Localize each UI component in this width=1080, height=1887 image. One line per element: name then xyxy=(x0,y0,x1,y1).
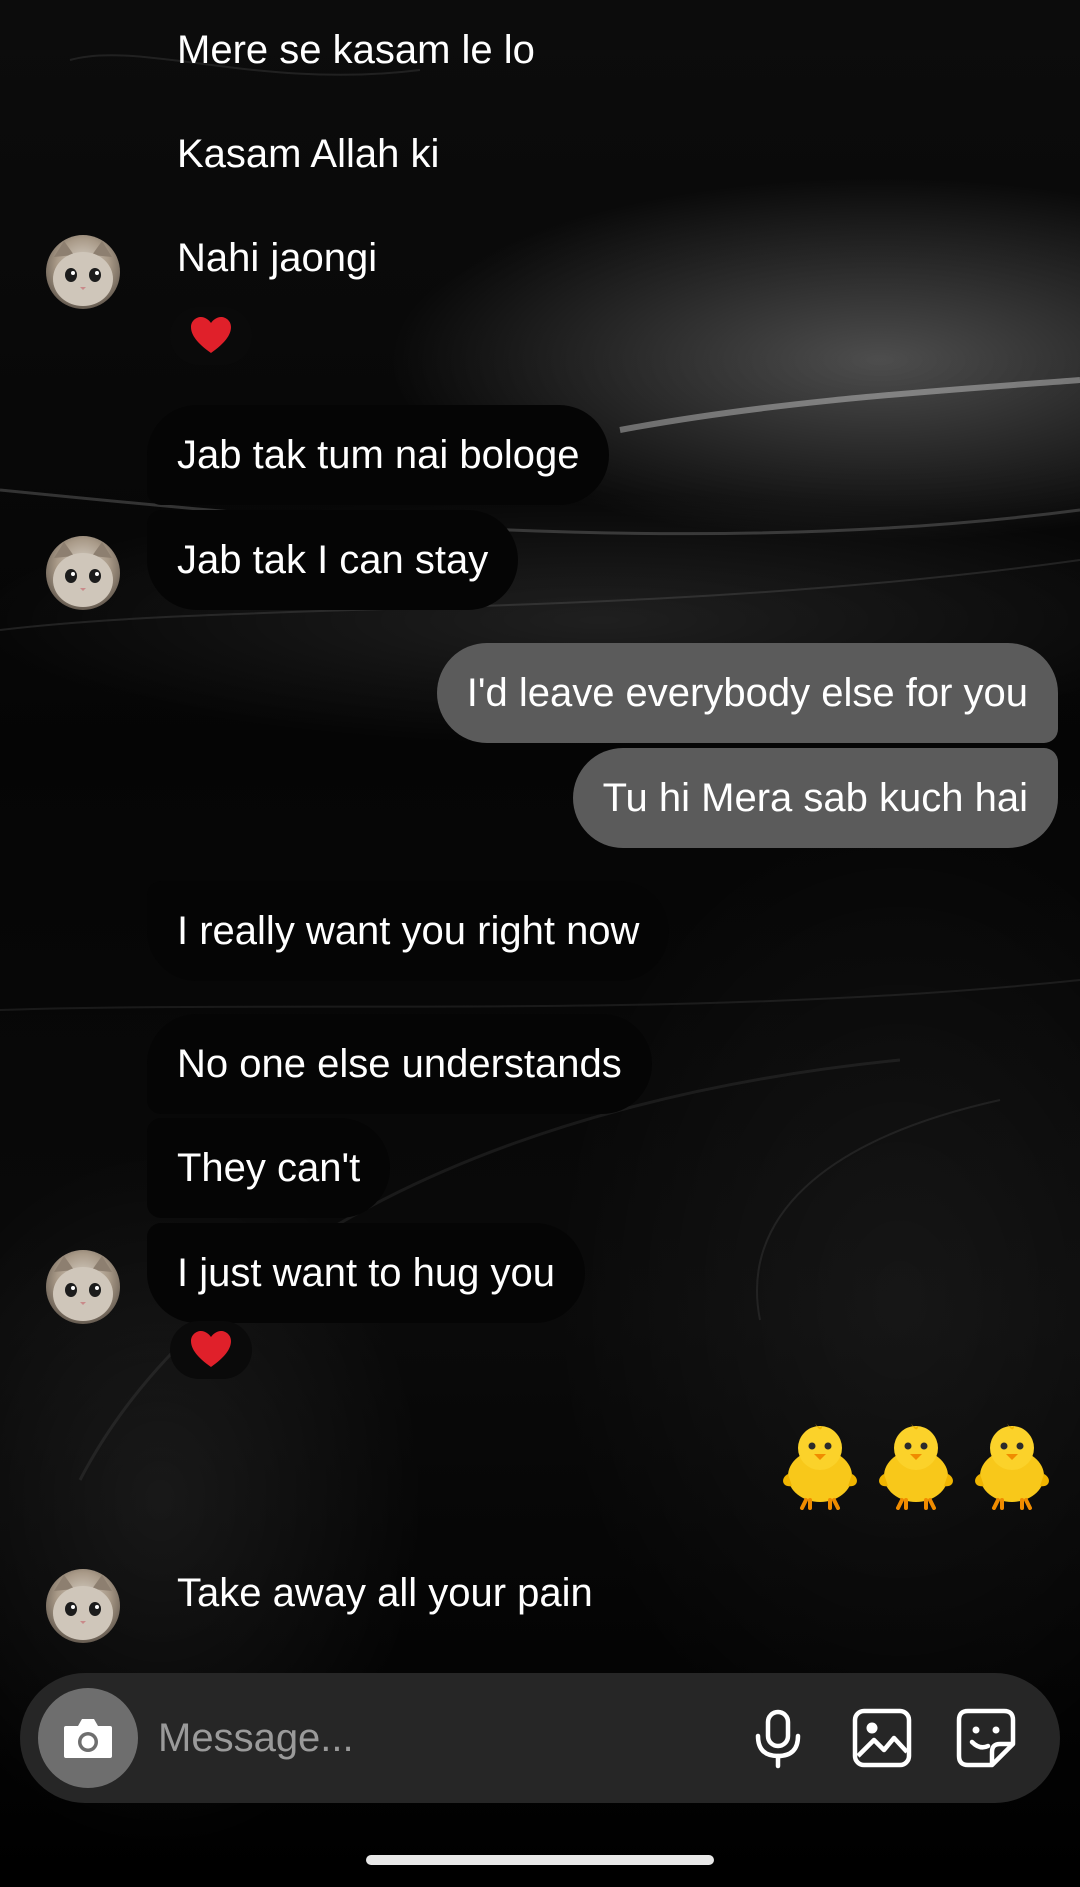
cat-avatar-image xyxy=(53,241,113,306)
message-text: I really want you right now xyxy=(177,909,640,953)
message-incoming[interactable]: They can't xyxy=(147,1118,391,1218)
message-text: Kasam Allah ki xyxy=(177,132,440,176)
message-outgoing-emoji[interactable] xyxy=(774,1418,1058,1510)
message-text: No one else understands xyxy=(177,1042,622,1086)
baby-chick-icon xyxy=(975,1422,1049,1510)
baby-chick-icon xyxy=(783,1422,857,1510)
message-reaction[interactable] xyxy=(170,307,252,365)
cat-avatar-image xyxy=(53,1256,113,1321)
home-indicator[interactable] xyxy=(366,1855,714,1865)
message-incoming[interactable]: Jab tak tum nai bologe xyxy=(147,405,610,505)
sticker-button[interactable] xyxy=(954,1706,1018,1770)
baby-chick-icon xyxy=(879,1422,953,1510)
camera-button[interactable] xyxy=(38,1688,138,1788)
gallery-button[interactable] xyxy=(850,1706,914,1770)
message-incoming[interactable]: Take away all your pain xyxy=(147,1543,623,1643)
cat-avatar-image xyxy=(53,1575,113,1640)
message-text: Tu hi Mera sab kuch hai xyxy=(602,776,1028,820)
red-heart-icon xyxy=(191,1330,231,1367)
contact-avatar[interactable] xyxy=(46,1250,120,1324)
message-reaction[interactable] xyxy=(170,1321,252,1379)
message-input[interactable] xyxy=(158,1706,718,1770)
cat-avatar-image xyxy=(53,542,113,607)
message-text: I just want to hug you xyxy=(177,1251,556,1295)
microphone-icon xyxy=(755,1709,801,1769)
message-text: Take away all your pain xyxy=(177,1571,593,1615)
sticker-icon xyxy=(956,1708,1016,1768)
contact-avatar[interactable] xyxy=(46,536,120,610)
image-icon xyxy=(852,1708,912,1768)
message-text: Jab tak I can stay xyxy=(177,538,489,582)
message-outgoing[interactable]: I'd leave everybody else for you xyxy=(436,643,1058,743)
message-text: I'd leave everybody else for you xyxy=(466,671,1028,715)
message-text: They can't xyxy=(177,1146,361,1190)
red-heart-icon xyxy=(191,316,231,353)
message-incoming[interactable]: Mere se kasam le lo xyxy=(147,0,565,100)
camera-icon xyxy=(64,1719,112,1758)
message-incoming[interactable]: Kasam Allah ki xyxy=(147,104,469,204)
message-incoming[interactable]: I just want to hug you xyxy=(147,1223,586,1323)
message-outgoing[interactable]: Tu hi Mera sab kuch hai xyxy=(572,748,1058,848)
message-incoming[interactable]: Nahi jaongi xyxy=(147,208,407,308)
message-text: Nahi jaongi xyxy=(177,236,378,280)
message-text: Jab tak tum nai bologe xyxy=(177,433,580,477)
message-composer xyxy=(20,1673,1060,1803)
message-incoming[interactable]: I really want you right now xyxy=(147,881,670,981)
message-text: Mere se kasam le lo xyxy=(177,28,535,72)
message-incoming[interactable]: Jab tak I can stay xyxy=(147,510,519,610)
voice-message-button[interactable] xyxy=(746,1706,810,1770)
message-incoming[interactable]: No one else understands xyxy=(147,1014,652,1114)
contact-avatar[interactable] xyxy=(46,1569,120,1643)
contact-avatar[interactable] xyxy=(46,235,120,309)
